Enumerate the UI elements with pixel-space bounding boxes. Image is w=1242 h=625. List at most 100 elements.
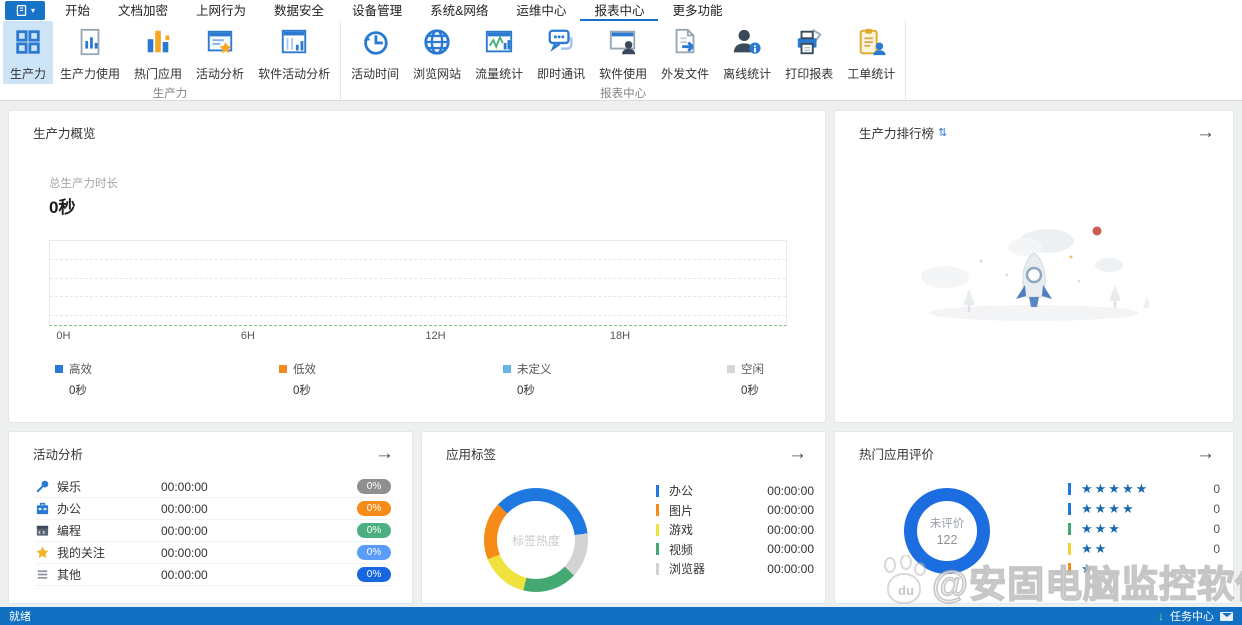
tag-label: 游戏 bbox=[669, 523, 694, 538]
ribbon-button-label: 离线统计 bbox=[723, 67, 772, 81]
ribbon-button-离线统计[interactable]: 离线统计 bbox=[716, 21, 778, 84]
activity-percent-badge: 0% bbox=[357, 523, 391, 538]
message-icon[interactable] bbox=[1220, 611, 1233, 621]
activity-percent-badge: 0% bbox=[357, 567, 391, 582]
productivity-time-chart bbox=[49, 240, 787, 326]
legend-tick bbox=[656, 562, 659, 575]
rating-count: 0 bbox=[1213, 522, 1220, 536]
chart-gridline bbox=[50, 277, 786, 279]
activity-time: 00:00:00 bbox=[161, 523, 208, 538]
ribbon-button-软件使用[interactable]: 软件使用 bbox=[592, 21, 654, 84]
rating-row-1-star[interactable]: ★ bbox=[1068, 559, 1220, 579]
open-detail-arrow-icon[interactable]: → bbox=[1196, 444, 1215, 463]
ribbon-button-工单统计[interactable]: 工单统计 bbox=[840, 21, 902, 84]
ribbon-button-label: 工单统计 bbox=[847, 67, 896, 81]
tab-设备管理[interactable]: 设备管理 bbox=[338, 0, 416, 21]
tag-legend-row-浏览器[interactable]: 浏览器 00:00:00 bbox=[656, 559, 814, 579]
tab-更多功能[interactable]: 更多功能 bbox=[658, 0, 736, 21]
donut-center-label: 标签热度 bbox=[511, 533, 560, 548]
tag-legend-row-图片[interactable]: 图片 00:00:00 bbox=[656, 501, 814, 521]
legend-value: 0秒 bbox=[293, 385, 311, 397]
grid-icon bbox=[13, 27, 43, 60]
legend-swatch bbox=[727, 365, 735, 373]
legend-label: 低效 bbox=[293, 364, 316, 376]
activity-label: 我的关注 bbox=[57, 546, 106, 560]
legend-tick bbox=[1068, 523, 1071, 535]
panel-app-tags: 应用标签 → 标签热度 办公 00:00:00 图片 00:00:00 游戏 00:00:… bbox=[421, 431, 826, 604]
rating-row-4-star[interactable]: ★★★★ 0 bbox=[1068, 499, 1220, 519]
ribbon-button-外发文件[interactable]: 外发文件 bbox=[654, 21, 716, 84]
ribbon-button-label: 即时通讯 bbox=[537, 67, 586, 81]
ribbon-button-label: 软件使用 bbox=[599, 67, 648, 81]
bars-icon bbox=[143, 27, 173, 60]
rating-row-3-star[interactable]: ★★★ 0 bbox=[1068, 519, 1220, 539]
rating-row-2-star[interactable]: ★★ 0 bbox=[1068, 539, 1220, 559]
panel-title: 应用标签 bbox=[446, 448, 497, 462]
ribbon-button-热门应用[interactable]: 热门应用 bbox=[127, 21, 189, 84]
code-window-icon bbox=[35, 523, 50, 538]
activity-row-我的关注[interactable]: 我的关注 00:00:00 0% bbox=[35, 542, 391, 564]
ribbon-button-浏览网站[interactable]: 浏览网站 bbox=[406, 21, 468, 84]
open-detail-arrow-icon[interactable]: → bbox=[788, 444, 807, 463]
tag-time: 00:00:00 bbox=[767, 522, 814, 537]
x-tick-label: 0H bbox=[56, 330, 71, 342]
ribbon-button-流量统计[interactable]: 流量统计 bbox=[468, 21, 530, 84]
doc-bars-icon bbox=[75, 27, 105, 60]
chart-gridline bbox=[50, 259, 786, 261]
tag-label: 浏览器 bbox=[669, 562, 706, 577]
legend-tick bbox=[1068, 563, 1071, 575]
task-center-button[interactable]: 任务中心 bbox=[1170, 608, 1214, 624]
star-icons: ★★★★★ bbox=[1081, 481, 1150, 496]
tab-数据安全[interactable]: 数据安全 bbox=[260, 0, 338, 21]
sort-icon[interactable]: ⇅ bbox=[938, 126, 947, 139]
doc-export-icon bbox=[670, 27, 700, 60]
tab-开始[interactable]: 开始 bbox=[51, 0, 104, 21]
ribbon-button-软件活动分析[interactable]: 软件活动分析 bbox=[251, 21, 337, 84]
ribbon-tab-bar: ▾ 开始 文档加密 上网行为 数据安全 设备管理 系统&网络 运维中心 报表中心 更多功能 bbox=[0, 0, 1242, 21]
ribbon-button-打印报表[interactable]: 打印报表 bbox=[778, 21, 840, 84]
tab-文档加密[interactable]: 文档加密 bbox=[104, 0, 182, 21]
star-icons: ★★★★ bbox=[1081, 501, 1136, 516]
briefcase-icon bbox=[35, 501, 50, 516]
star-icons: ★ bbox=[1081, 561, 1095, 576]
chat-icon bbox=[546, 27, 576, 60]
ribbon-button-生产力使用[interactable]: 生产力使用 bbox=[53, 21, 127, 84]
activity-row-办公[interactable]: 办公 00:00:00 0% bbox=[35, 498, 391, 520]
rating-legend: ★★★★★ 0 ★★★★ 0 ★★★ 0 ★★ 0 ★ bbox=[1068, 479, 1220, 579]
unrated-label: 未评价 bbox=[929, 518, 965, 530]
globe-icon bbox=[422, 27, 452, 60]
clock-history-icon bbox=[360, 27, 390, 60]
tag-label: 图片 bbox=[669, 503, 694, 518]
activity-row-娱乐[interactable]: 娱乐 00:00:00 0% bbox=[35, 476, 391, 498]
tag-legend-row-游戏[interactable]: 游戏 00:00:00 bbox=[656, 520, 814, 540]
panel-app-ratings: 热门应用评价 → 未评价 122 ★★★★★ 0 ★★★★ 0 ★★★ 0 ★★ 0 ★ bbox=[834, 431, 1234, 604]
x-tick-label: 6H bbox=[240, 330, 255, 342]
tag-legend-row-办公[interactable]: 办公 00:00:00 bbox=[656, 481, 814, 501]
chart-legend: 高效 0秒 低效 0秒 未定义 0秒 空闲 0秒 bbox=[55, 361, 783, 398]
tab-上网行为[interactable]: 上网行为 bbox=[182, 0, 260, 21]
ribbon-button-活动分析[interactable]: 活动分析 bbox=[189, 21, 251, 84]
tab-系统&网络[interactable]: 系统&网络 bbox=[416, 0, 502, 21]
open-detail-arrow-icon[interactable]: → bbox=[1196, 123, 1215, 142]
clipboard-user-icon bbox=[856, 27, 886, 60]
open-detail-arrow-icon[interactable]: → bbox=[375, 444, 394, 463]
activity-percent-badge: 0% bbox=[357, 545, 391, 560]
legend-item-低效: 低效 0秒 bbox=[279, 361, 335, 398]
tag-time: 00:00:00 bbox=[767, 503, 814, 518]
menu-icon bbox=[35, 567, 50, 582]
activity-row-其他[interactable]: 其他 00:00:00 0% bbox=[35, 564, 391, 586]
tab-运维中心[interactable]: 运维中心 bbox=[502, 0, 580, 21]
app-menu-button[interactable]: ▾ bbox=[5, 1, 45, 20]
legend-item-未定义: 未定义 0秒 bbox=[503, 361, 559, 398]
legend-value: 0秒 bbox=[517, 385, 535, 397]
ribbon-button-活动时间[interactable]: 活动时间 bbox=[344, 21, 406, 84]
ribbon-button-label: 热门应用 bbox=[134, 67, 183, 81]
activity-row-编程[interactable]: 编程 00:00:00 0% bbox=[35, 520, 391, 542]
tag-legend-row-视频[interactable]: 视频 00:00:00 bbox=[656, 540, 814, 560]
tag-time: 00:00:00 bbox=[767, 542, 814, 557]
ribbon-button-生产力[interactable]: 生产力 bbox=[3, 21, 54, 84]
ribbon-button-即时通讯[interactable]: 即时通讯 bbox=[530, 21, 592, 84]
legend-value: 0秒 bbox=[741, 385, 759, 397]
rating-row-5-star[interactable]: ★★★★★ 0 bbox=[1068, 479, 1220, 499]
tab-报表中心[interactable]: 报表中心 bbox=[580, 0, 659, 21]
